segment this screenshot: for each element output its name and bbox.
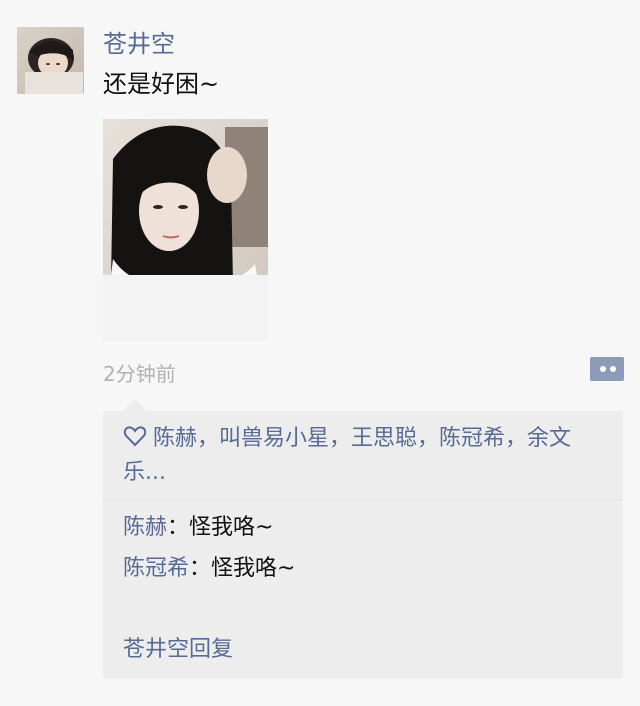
more-options-button[interactable] [585,357,624,381]
post-author-name[interactable]: 苍井空 [103,28,175,60]
comment-item[interactable]: 陈赫：怪我咯~ [123,512,273,544]
comment-text: 怪我咯~ [211,556,296,581]
reply-author[interactable]: 苍井空 [123,637,189,662]
post-timestamp: 2分钟前 [103,362,176,386]
avatar[interactable] [17,27,84,94]
comment-author[interactable]: 陈冠希 [123,556,189,581]
comment-text: 怪我咯~ [189,515,274,540]
comment-item[interactable]: 陈冠希：怪我咯~ [123,553,295,585]
divider [103,499,623,500]
likes-row: 陈赫，叫兽易小星，王思聪，陈冠希，余文乐... [123,422,611,490]
likes-names[interactable]: 陈赫，叫兽易小星，王思聪，陈冠希，余文乐... [123,426,571,485]
comment-author[interactable]: 陈赫 [123,515,167,540]
post-text: 还是好困~ [103,70,220,98]
comment-separator: ： [167,515,190,540]
more-dots-icon [585,357,624,381]
post-photo[interactable] [103,119,268,341]
moment-post: 苍井空 还是好困~ 2分钟前 陈赫，叫兽易小星，王思聪，陈冠希，余文乐... 陈… [0,0,640,706]
interaction-panel: 陈赫，叫兽易小星，王思聪，陈冠希，余文乐... 陈赫：怪我咯~ 陈冠希：怪我咯~… [103,399,623,679]
reply-label[interactable]: 回复 [189,637,233,662]
reply-row[interactable]: 苍井空回复 [123,634,233,666]
heart-icon [123,426,147,447]
comment-separator: ： [189,556,212,581]
